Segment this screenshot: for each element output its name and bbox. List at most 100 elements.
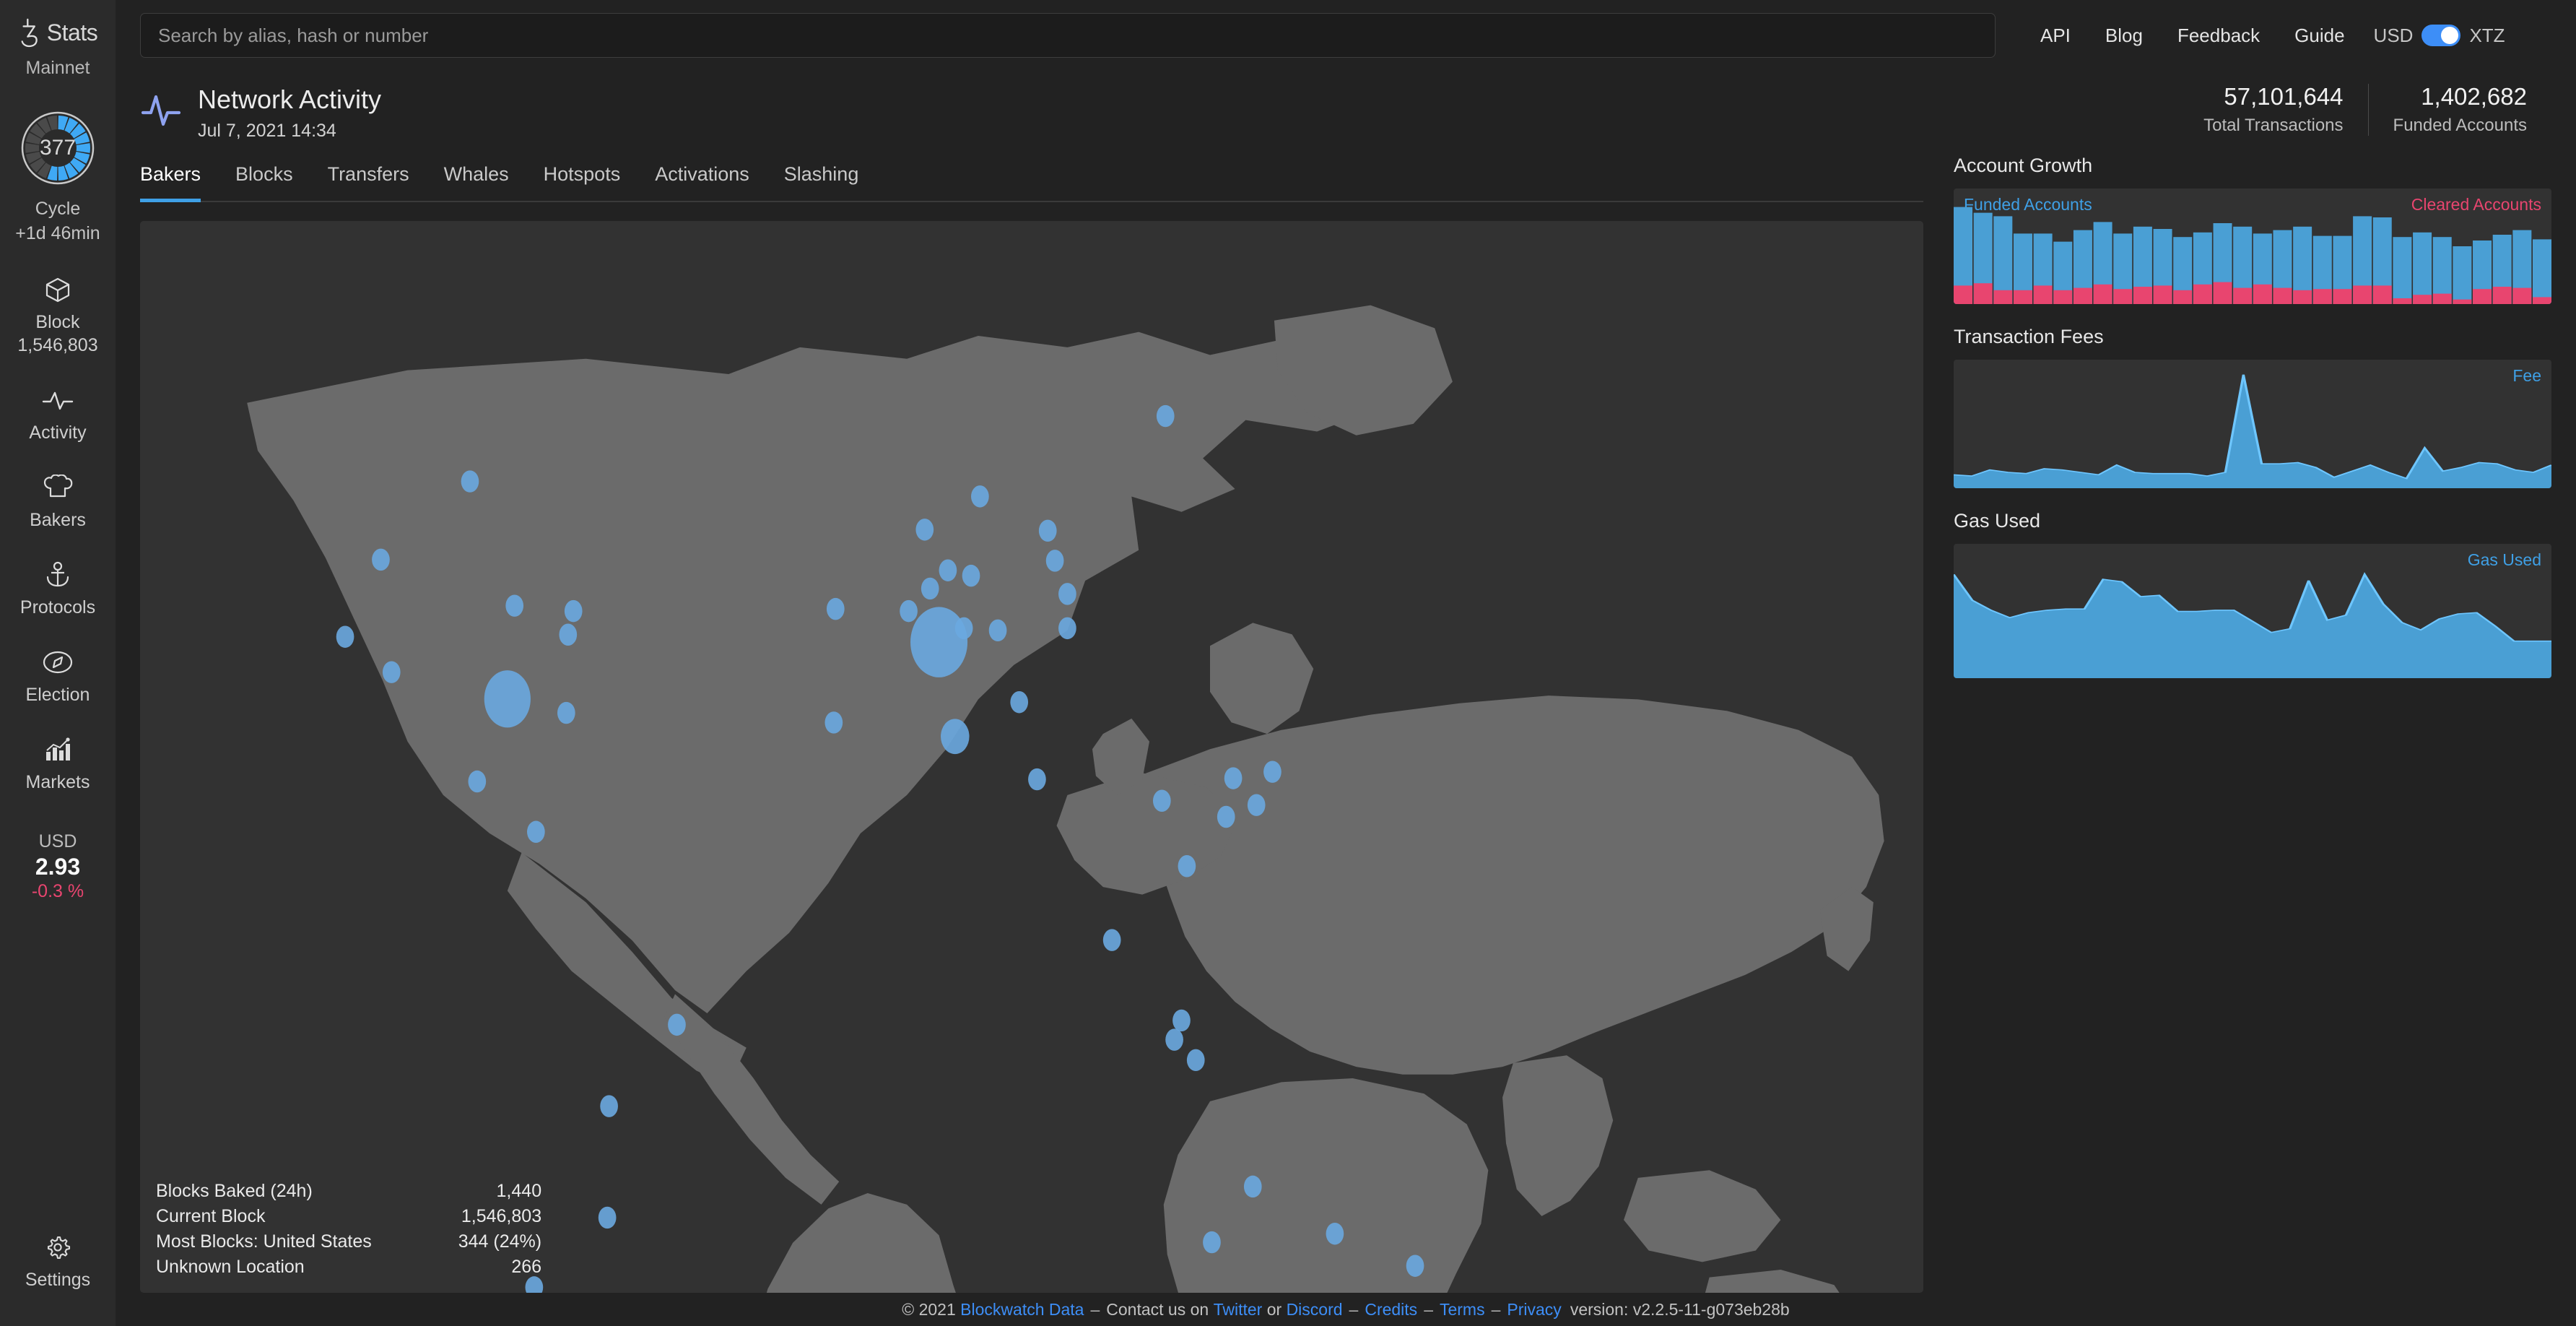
map-marker bbox=[600, 1096, 618, 1117]
map-marker bbox=[461, 471, 479, 493]
sidebar-item-bakers[interactable]: Bakers bbox=[0, 473, 116, 532]
footer-link-credits[interactable]: Credits bbox=[1365, 1300, 1417, 1320]
bar-cleared bbox=[1974, 283, 1993, 304]
bar-cleared bbox=[1954, 286, 1972, 305]
map-marker bbox=[559, 624, 577, 646]
legend-label: Unknown Location bbox=[156, 1254, 372, 1280]
stat-label: Total Transactions bbox=[2203, 116, 2343, 136]
legend-value: 266 bbox=[372, 1254, 541, 1280]
price-currency: USD bbox=[32, 831, 84, 852]
bar-cleared bbox=[2413, 295, 2432, 304]
tab-transfers[interactable]: Transfers bbox=[328, 163, 409, 202]
area-fill bbox=[1954, 574, 2551, 678]
currency-switch[interactable] bbox=[2421, 25, 2460, 46]
area-fill bbox=[1954, 375, 2551, 488]
sidebar-item-label: Protocols bbox=[20, 596, 95, 619]
brand-name: Stats bbox=[47, 20, 97, 46]
currency-toggle[interactable]: USD XTZ bbox=[2374, 25, 2511, 47]
gas-used-chart[interactable]: Gas Used bbox=[1954, 544, 2551, 678]
sidebar-item-block[interactable]: Block 1,546,803 bbox=[0, 275, 116, 357]
map-marker bbox=[1165, 1029, 1183, 1051]
bar-cleared bbox=[2393, 298, 2411, 304]
bar-cleared bbox=[2273, 288, 2292, 304]
cube-icon bbox=[41, 275, 74, 304]
map-marker bbox=[921, 578, 939, 599]
stat-funded-accounts: 1,402,682 Funded Accounts bbox=[2368, 84, 2551, 136]
nav-link-api[interactable]: API bbox=[2023, 25, 2088, 47]
account-growth-chart[interactable]: Funded Accounts Cleared Accounts bbox=[1954, 188, 2551, 304]
bar-cleared bbox=[2094, 285, 2112, 304]
sidebar-item-settings[interactable]: Settings bbox=[0, 1233, 116, 1291]
map-marker bbox=[565, 600, 583, 622]
transaction-fees-chart[interactable]: Fee bbox=[1954, 360, 2551, 488]
map-marker bbox=[1103, 930, 1121, 951]
page-title: Network Activity bbox=[198, 84, 381, 115]
bar-cleared bbox=[2433, 294, 2452, 304]
map-legend-table: Blocks Baked (24h) 1,440 Current Block 1… bbox=[156, 1179, 541, 1280]
map-marker bbox=[1224, 768, 1243, 789]
tab-whales[interactable]: Whales bbox=[444, 163, 509, 202]
map-marker bbox=[989, 620, 1007, 641]
map-marker bbox=[468, 771, 486, 792]
bar-cleared bbox=[2113, 289, 2132, 304]
gas-used-title: Gas Used bbox=[1954, 510, 2551, 532]
footer-link-blockwatch[interactable]: Blockwatch Data bbox=[960, 1300, 1084, 1320]
bar-cleared bbox=[2154, 286, 2172, 305]
search-input[interactable] bbox=[158, 25, 1977, 47]
tab-blocks[interactable]: Blocks bbox=[235, 163, 293, 202]
world-map-panel[interactable]: Blocks Baked (24h) 1,440 Current Block 1… bbox=[140, 221, 1923, 1293]
footer-link-discord[interactable]: Discord bbox=[1287, 1300, 1343, 1320]
currency-label-xtz: XTZ bbox=[2469, 25, 2505, 47]
sidebar-item-label: Settings bbox=[25, 1268, 90, 1291]
page-header: Network Activity Jul 7, 2021 14:34 57,10… bbox=[116, 71, 2576, 142]
map-marker bbox=[1046, 550, 1064, 571]
footer-link-privacy[interactable]: Privacy bbox=[1507, 1300, 1561, 1320]
stat-value: 57,101,644 bbox=[2203, 84, 2343, 110]
content-row: Bakers Blocks Transfers Whales Hotspots … bbox=[116, 142, 2576, 1293]
tab-hotspots[interactable]: Hotspots bbox=[544, 163, 621, 202]
price-widget[interactable]: USD 2.93 -0.3 % bbox=[32, 831, 84, 902]
account-growth-title: Account Growth bbox=[1954, 155, 2551, 177]
brand-logo-link[interactable]: Stats bbox=[18, 17, 97, 48]
sidebar-item-activity[interactable]: Activity bbox=[0, 386, 116, 444]
footer-link-twitter[interactable]: Twitter bbox=[1214, 1300, 1263, 1320]
bar-funded bbox=[2393, 237, 2411, 304]
legend-value: 1,546,803 bbox=[372, 1204, 541, 1229]
map-marker bbox=[1217, 806, 1235, 828]
map-marker bbox=[1153, 790, 1171, 812]
world-map bbox=[140, 221, 1923, 1293]
bar-cleared bbox=[2173, 290, 2192, 304]
map-marker bbox=[910, 607, 967, 678]
stat-value: 1,402,682 bbox=[2393, 84, 2527, 110]
nav-link-blog[interactable]: Blog bbox=[2088, 25, 2160, 47]
price-change: -0.3 % bbox=[32, 881, 84, 902]
sidebar-item-protocols[interactable]: Protocols bbox=[0, 560, 116, 619]
tab-bakers[interactable]: Bakers bbox=[140, 163, 201, 202]
left-column: Bakers Blocks Transfers Whales Hotspots … bbox=[140, 142, 1923, 1293]
map-marker bbox=[971, 485, 989, 507]
top-bar: API Blog Feedback Guide USD XTZ bbox=[116, 0, 2576, 71]
footer-copyright: © 2021 bbox=[902, 1300, 956, 1320]
footer-separator: – bbox=[1349, 1300, 1359, 1320]
tab-activations[interactable]: Activations bbox=[655, 163, 749, 202]
sidebar: Stats Mainnet 377 Cycle +1d 46min Block bbox=[0, 0, 116, 1326]
sidebar-item-markets[interactable]: Markets bbox=[0, 735, 116, 794]
map-marker bbox=[1244, 1176, 1262, 1197]
stat-total-transactions: 57,101,644 Total Transactions bbox=[2179, 84, 2367, 136]
search-box[interactable] bbox=[140, 13, 1996, 58]
footer-version: version: v2.2.5-11-g073eb28b bbox=[1570, 1300, 1790, 1320]
map-marker bbox=[1039, 520, 1057, 542]
footer: © 2021 Blockwatch Data – Contact us on T… bbox=[116, 1293, 2576, 1326]
sidebar-item-election[interactable]: Election bbox=[0, 648, 116, 706]
bar-cleared bbox=[2053, 290, 2072, 304]
cycle-progress-ring[interactable]: 377 bbox=[20, 110, 95, 186]
legend-value: 344 (24%) bbox=[372, 1229, 541, 1254]
bar-cleared bbox=[2353, 286, 2372, 305]
footer-link-terms[interactable]: Terms bbox=[1440, 1300, 1485, 1320]
nav-link-guide[interactable]: Guide bbox=[2277, 25, 2362, 47]
top-nav: API Blog Feedback Guide USD XTZ bbox=[2023, 25, 2511, 47]
spacer bbox=[1954, 488, 2551, 510]
nav-link-feedback[interactable]: Feedback bbox=[2160, 25, 2277, 47]
map-marker bbox=[1406, 1255, 1424, 1277]
tab-slashing[interactable]: Slashing bbox=[784, 163, 859, 202]
